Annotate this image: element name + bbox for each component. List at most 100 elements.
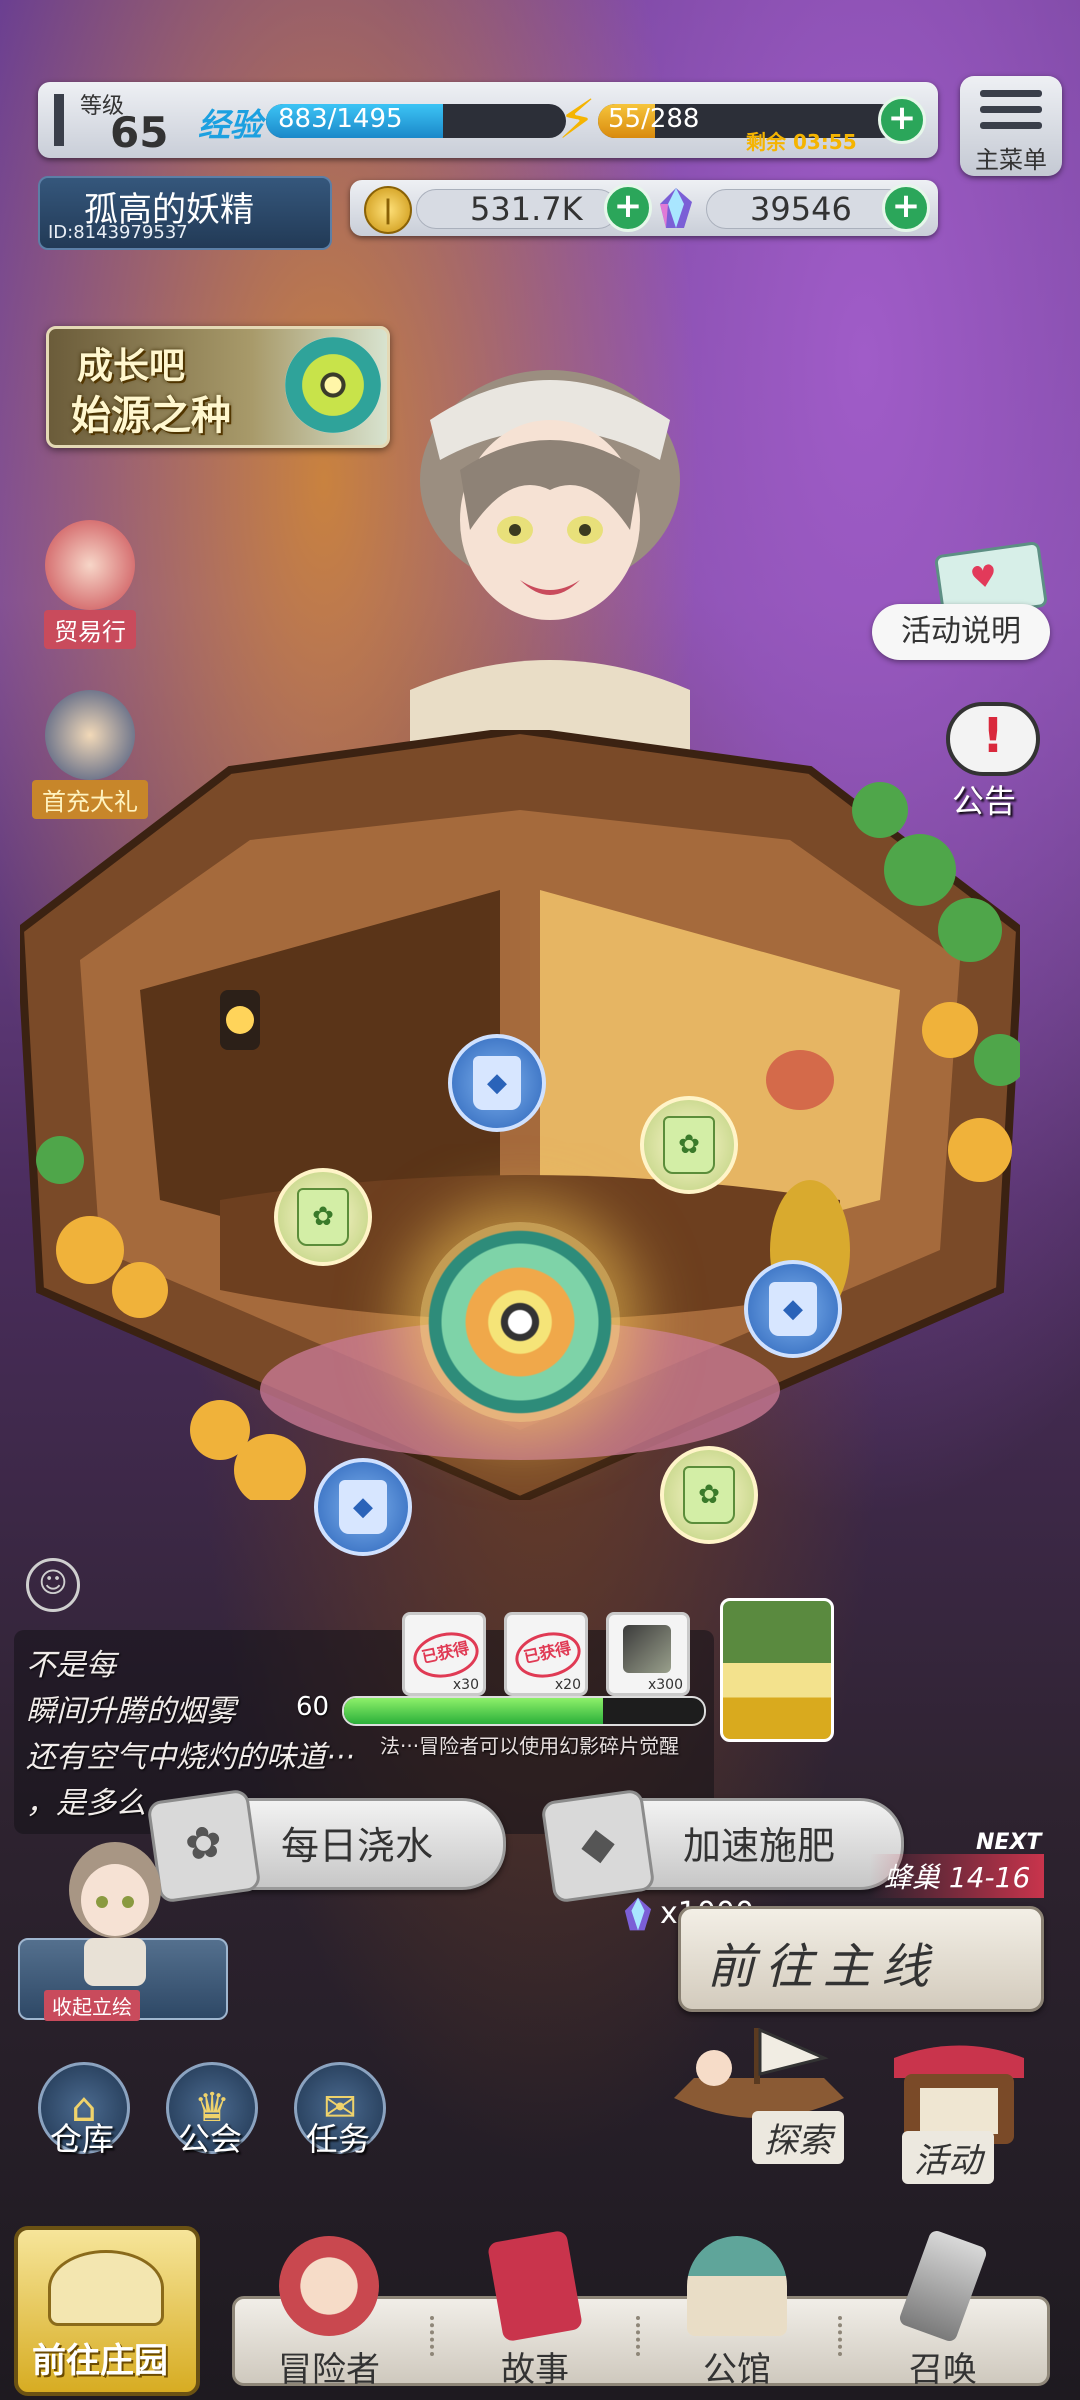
main-quest-button[interactable]: 前往主线 xyxy=(678,1906,1044,2012)
gem-amount: 39546 xyxy=(750,190,852,228)
speed-fertilize-button[interactable]: ◆ 加速施肥 xyxy=(540,1788,904,1904)
nav-divider xyxy=(430,2316,442,2356)
gold-amount: 531.7K xyxy=(470,190,583,228)
nav-hall[interactable]: 公馆 xyxy=(662,2236,812,2390)
player-id: ID:8143979537 xyxy=(48,222,188,243)
speed-fertilize-label: 加速施肥 xyxy=(683,1824,836,1868)
fertilizer-bag-icon: ◆ xyxy=(540,1788,656,1904)
go-to-farm-label: 前往庄园 xyxy=(32,2341,168,2381)
fertilizer-bag-icon: ◆ xyxy=(769,1282,817,1336)
trade-shop-button[interactable]: 贸易行 xyxy=(20,520,160,649)
daily-water-button[interactable]: ✿ 每日浇水 xyxy=(146,1788,506,1904)
add-gold-button[interactable]: + xyxy=(604,184,652,232)
banner-title-line2: 始源之种 xyxy=(71,393,231,439)
summon-staff-icon xyxy=(897,2228,989,2344)
next-label: NEXT xyxy=(976,1830,1042,1855)
seed-bag-bubble-3[interactable]: ✿ xyxy=(660,1446,758,1544)
seed-bag-icon: ✿ xyxy=(663,1116,715,1174)
fertilizer-bag-bubble-3[interactable]: ◆ xyxy=(314,1458,412,1556)
nav-story-label: 故事 xyxy=(501,2350,569,2390)
nav-summon[interactable]: 召唤 xyxy=(868,2228,1018,2390)
story-line-1: 不是每 xyxy=(26,1648,116,1683)
nav-summon-label: 召唤 xyxy=(909,2350,977,2390)
claimed-stamp: 已获得 xyxy=(511,1626,585,1684)
reward-slot-3[interactable]: x300 xyxy=(606,1612,690,1696)
reward-count: x30 xyxy=(452,1677,479,1693)
nav-divider xyxy=(838,2316,850,2356)
exclamation-icon[interactable]: ! xyxy=(946,702,1040,776)
seed-bag-icon: ✿ xyxy=(297,1188,349,1246)
explore-label: 探索 xyxy=(752,2111,844,2164)
nav-divider xyxy=(636,2316,648,2356)
collapse-portrait-label: 收起立绘 xyxy=(44,1990,140,2021)
explore-button[interactable]: 探索 xyxy=(654,2018,864,2168)
growth-reward-chest[interactable] xyxy=(720,1598,834,1742)
growth-event-banner[interactable]: 成长吧 始源之种 xyxy=(46,326,390,448)
story-line-3: 还有空气中烧灼的味道··· xyxy=(26,1740,355,1775)
growth-progress-fill xyxy=(344,1698,604,1724)
activity-button[interactable]: 活动 xyxy=(884,2038,1034,2184)
gift-character-icon xyxy=(45,690,135,780)
reward-slot-2[interactable]: 已获得 x20 xyxy=(504,1612,588,1696)
main-quest-label: 前往主线 xyxy=(707,1939,940,1995)
level-marker xyxy=(54,94,64,146)
first-recharge-label: 首充大礼 xyxy=(32,780,148,819)
trade-shop-label: 贸易行 xyxy=(44,610,136,649)
reward-count: x300 xyxy=(647,1677,683,1693)
seed-orb-icon xyxy=(285,337,381,433)
notice-label[interactable]: 公告 xyxy=(952,776,1016,822)
nav-hall-label: 公馆 xyxy=(703,2350,771,2390)
player-name-panel[interactable]: 孤高的妖精 ID:8143979537 xyxy=(38,176,332,250)
main-menu-button[interactable]: 主菜单 xyxy=(960,76,1062,176)
fertilizer-bag-bubble-2[interactable]: ◆ xyxy=(744,1260,842,1358)
guild-label: 公会 xyxy=(177,2120,242,2158)
reward-slot-1[interactable]: 已获得 x30 xyxy=(402,1612,486,1696)
fertilizer-bag-icon: ◆ xyxy=(339,1480,387,1534)
exp-label: 经验 xyxy=(198,106,263,144)
energy-value: 55/288 xyxy=(608,104,700,134)
seed-bag-icon: ✿ xyxy=(683,1466,735,1524)
fertilizer-bag-bubble-1[interactable]: ◆ xyxy=(448,1034,546,1132)
go-to-farm-button[interactable]: 前往庄园 xyxy=(14,2226,200,2396)
reward-count: x20 xyxy=(554,1677,581,1693)
exp-value: 883/1495 xyxy=(278,104,403,134)
adventurer-icon xyxy=(279,2236,379,2336)
energy-timer: 剩余 03:55 xyxy=(746,130,857,154)
story-line-4: ，是多么 xyxy=(26,1786,146,1821)
first-recharge-button[interactable]: 首充大礼 xyxy=(20,690,160,819)
story-line-2: 瞬间升腾的烟雾 xyxy=(26,1694,236,1729)
claimed-stamp: 已获得 xyxy=(409,1626,483,1684)
growth-level: 60 xyxy=(296,1692,330,1722)
quest-label: 任务 xyxy=(305,2120,370,2158)
add-gem-button[interactable]: + xyxy=(882,184,930,232)
growth-hint-text: 法···冒险者可以使用幻影碎片觉醒 xyxy=(380,1734,680,1758)
nav-adventurer-label: 冒险者 xyxy=(278,2350,380,2390)
emote-icon[interactable]: ☺ xyxy=(26,1558,80,1612)
daily-water-label: 每日浇水 xyxy=(281,1824,434,1868)
merchant-avatar-icon xyxy=(45,520,135,610)
level-status-panel: 等级 65 经验 883/1495 ⚡ 55/288 剩余 03:55 + xyxy=(38,82,938,158)
seed-bag-bubble-2[interactable]: ✿ xyxy=(640,1096,738,1194)
add-energy-button[interactable]: + xyxy=(878,96,926,144)
hamburger-icon xyxy=(960,76,1062,136)
activity-label: 活动 xyxy=(902,2131,994,2184)
gold-coin-icon: | xyxy=(364,186,412,234)
book-icon xyxy=(486,2229,584,2343)
nav-adventurer[interactable]: 冒险者 xyxy=(254,2236,404,2390)
hive-stage-label: 蜂巢 14-16 xyxy=(870,1854,1045,1898)
seed-bag-bubble-1[interactable]: ✿ xyxy=(274,1168,372,1266)
crystal-gem-icon xyxy=(624,1897,652,1931)
level-value: 65 xyxy=(110,108,169,157)
banner-title-line1: 成长吧 xyxy=(77,346,186,387)
shard-item-icon xyxy=(623,1625,671,1673)
growth-progress-bar xyxy=(342,1696,706,1726)
crystal-gem-icon xyxy=(660,188,692,228)
warehouse-label: 仓库 xyxy=(49,2120,114,2158)
event-info-button[interactable]: 活动说明 xyxy=(872,604,1050,660)
main-menu-label: 主菜单 xyxy=(975,146,1047,174)
origin-seed-orb[interactable] xyxy=(420,1222,620,1422)
fertilizer-bag-icon: ◆ xyxy=(473,1056,521,1110)
nav-story[interactable]: 故事 xyxy=(460,2229,610,2390)
lightning-bolt-icon: ⚡ xyxy=(558,88,596,151)
chibi-character-icon xyxy=(69,1842,161,1986)
